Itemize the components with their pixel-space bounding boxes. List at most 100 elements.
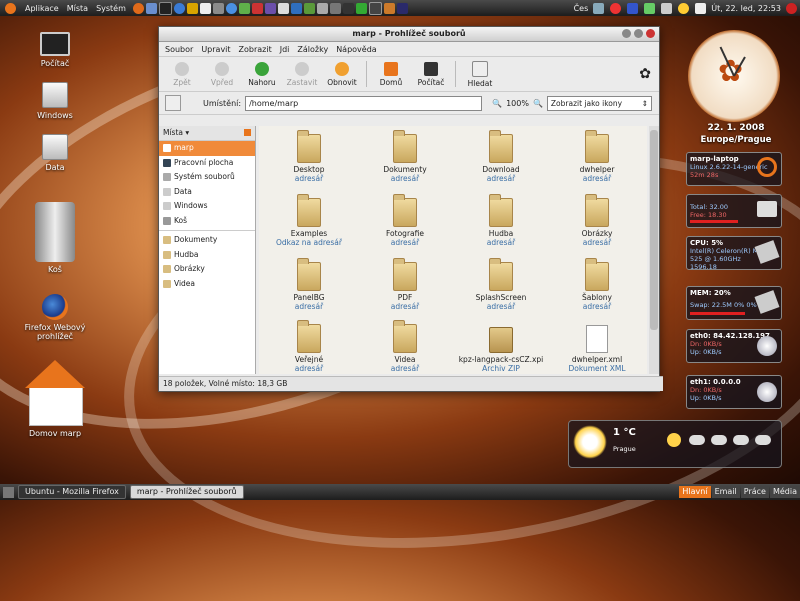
sidebar-item-data[interactable]: Data: [159, 185, 255, 200]
workspace-email[interactable]: Email: [711, 486, 740, 498]
taskbar-item-firefox[interactable]: Ubuntu - Mozilla Firefox: [18, 485, 126, 499]
file-item[interactable]: kpz-langpack-csCZ.xpi Archiv ZIP: [453, 324, 549, 373]
bluetooth-icon[interactable]: [627, 2, 639, 14]
update-icon[interactable]: [610, 2, 622, 14]
sidebar-item-documents[interactable]: Dokumenty: [159, 233, 255, 248]
location-input[interactable]: /home/marp: [245, 95, 483, 111]
settings-launcher-icon[interactable]: [212, 2, 224, 14]
vertical-scrollbar[interactable]: [649, 126, 659, 374]
file-item[interactable]: Veřejné adresář: [261, 320, 357, 373]
player-launcher-icon[interactable]: [396, 2, 408, 14]
file-item[interactable]: dwhelper adresář: [549, 130, 645, 183]
graphics-launcher-icon[interactable]: [264, 2, 276, 14]
monitor-launcher-icon[interactable]: [368, 1, 382, 15]
computer-button[interactable]: Počítač: [412, 61, 450, 87]
media-launcher-icon[interactable]: [290, 2, 302, 14]
zoom-out-icon[interactable]: 🔍: [492, 99, 502, 108]
close-icon[interactable]: [646, 29, 655, 38]
email-launcher-icon[interactable]: [145, 2, 157, 14]
menu-go[interactable]: Jdi: [280, 45, 290, 54]
sidebar-item-marp[interactable]: marp: [159, 141, 255, 156]
chat-status-icon[interactable]: [678, 2, 690, 14]
terminal-launcher-icon[interactable]: [158, 1, 172, 15]
images-launcher-icon[interactable]: [251, 2, 263, 14]
menu-edit[interactable]: Upravit: [201, 45, 230, 54]
zoom-in-icon[interactable]: 🔍: [533, 99, 543, 108]
up-button[interactable]: Nahoru: [243, 61, 281, 87]
window-titlebar[interactable]: marp - Prohlížeč souborů: [159, 27, 659, 42]
view-mode-select[interactable]: Zobrazit jako ikony ⇕: [546, 95, 652, 111]
search-button[interactable]: Hledat: [461, 60, 499, 88]
email-status-icon[interactable]: [695, 2, 707, 14]
show-desktop-icon[interactable]: [3, 486, 14, 498]
desktop-icon-computer[interactable]: Počítač: [20, 32, 90, 68]
menu-applications[interactable]: Aplikace: [25, 4, 59, 13]
desktop-icon-home[interactable]: Domov marp: [20, 360, 90, 438]
browser-launcher-icon[interactable]: [225, 2, 237, 14]
menu-system[interactable]: Systém: [96, 4, 126, 13]
close-sidebar-icon[interactable]: [244, 129, 251, 136]
menu-bookmarks[interactable]: Záložky: [297, 45, 328, 54]
ubuntu-logo-icon[interactable]: [5, 2, 16, 14]
home-button[interactable]: Domů: [372, 61, 410, 87]
forward-button[interactable]: Vpřed: [203, 61, 241, 87]
editor-launcher-icon[interactable]: [199, 2, 211, 14]
office-launcher-icon[interactable]: [303, 2, 315, 14]
menu-help[interactable]: Nápověda: [336, 45, 377, 54]
file-item[interactable]: Examples Odkaz na adresář: [261, 194, 357, 247]
workspace-media[interactable]: Média: [769, 486, 800, 498]
file-item[interactable]: PDF adresář: [357, 258, 453, 311]
back-button[interactable]: Zpět: [163, 61, 201, 87]
menu-view[interactable]: Zobrazit: [239, 45, 272, 54]
file-item[interactable]: Fotografie adresář: [357, 194, 453, 247]
file-item[interactable]: Šablony adresář: [549, 258, 645, 311]
sidebar-header[interactable]: Místa ▾: [159, 126, 255, 141]
workspace-work[interactable]: Práce: [740, 486, 769, 498]
stop-button[interactable]: Zastavit: [283, 61, 321, 87]
sidebar-item-filesystem[interactable]: Systém souborů: [159, 170, 255, 185]
desktop-icon-trash[interactable]: Koš: [20, 202, 90, 274]
desktop-icon-firefox[interactable]: Firefox Webový prohlížeč: [20, 294, 90, 341]
desktop-icon-windows[interactable]: Windows: [20, 82, 90, 120]
audio-launcher-icon[interactable]: [383, 2, 395, 14]
clock-text[interactable]: Út, 22. led, 22:53: [711, 4, 781, 13]
keyboard-layout[interactable]: Čes: [574, 4, 589, 13]
sidebar-item-trash[interactable]: Koš: [159, 214, 255, 229]
firefox-launcher-icon[interactable]: [132, 2, 144, 14]
file-item[interactable]: Desktop adresář: [261, 130, 357, 183]
menu-file[interactable]: Soubor: [165, 45, 193, 54]
disk-launcher-icon[interactable]: [329, 2, 341, 14]
minimize-icon[interactable]: [622, 29, 631, 38]
zoom-level[interactable]: 100%: [506, 99, 529, 108]
clock-widget[interactable]: ✿: [688, 30, 780, 122]
shutdown-icon[interactable]: [786, 2, 797, 14]
music-launcher-icon[interactable]: [186, 2, 198, 14]
help-launcher-icon[interactable]: [173, 2, 185, 14]
chat-launcher-icon[interactable]: [238, 2, 250, 14]
video-launcher-icon[interactable]: [342, 2, 354, 14]
network-icon[interactable]: [593, 2, 605, 14]
sidebar-item-videos[interactable]: Videa: [159, 277, 255, 292]
maximize-icon[interactable]: [634, 29, 643, 38]
workspace-main[interactable]: Hlavní: [679, 486, 711, 498]
file-item[interactable]: Hudba adresář: [453, 194, 549, 247]
taskbar-item-file-manager[interactable]: marp - Prohlížeč souborů: [129, 485, 244, 499]
volume-icon[interactable]: [661, 2, 673, 14]
battery-icon[interactable]: [644, 2, 656, 14]
menu-places[interactable]: Místa: [67, 4, 88, 13]
game-launcher-icon[interactable]: [355, 2, 367, 14]
sidebar-item-music[interactable]: Hudba: [159, 248, 255, 263]
file-item[interactable]: dwhelper.xml Dokument XML: [549, 324, 645, 373]
file-item[interactable]: Dokumenty adresář: [357, 130, 453, 183]
file-item[interactable]: SplashScreen adresář: [453, 258, 549, 311]
sidebar-item-desktop[interactable]: Pracovní plocha: [159, 156, 255, 171]
edit-location-icon[interactable]: [165, 95, 181, 111]
file-item[interactable]: Download adresář: [453, 130, 549, 183]
file-item[interactable]: Videa adresář: [357, 320, 453, 373]
sidebar-item-pictures[interactable]: Obrázky: [159, 262, 255, 277]
network-launcher-icon[interactable]: [316, 2, 328, 14]
weather-widget[interactable]: 1 °C Prague: [568, 420, 782, 468]
scrollbar-thumb[interactable]: [650, 130, 658, 330]
sidebar-item-windows[interactable]: Windows: [159, 199, 255, 214]
calculator-launcher-icon[interactable]: [277, 2, 289, 14]
